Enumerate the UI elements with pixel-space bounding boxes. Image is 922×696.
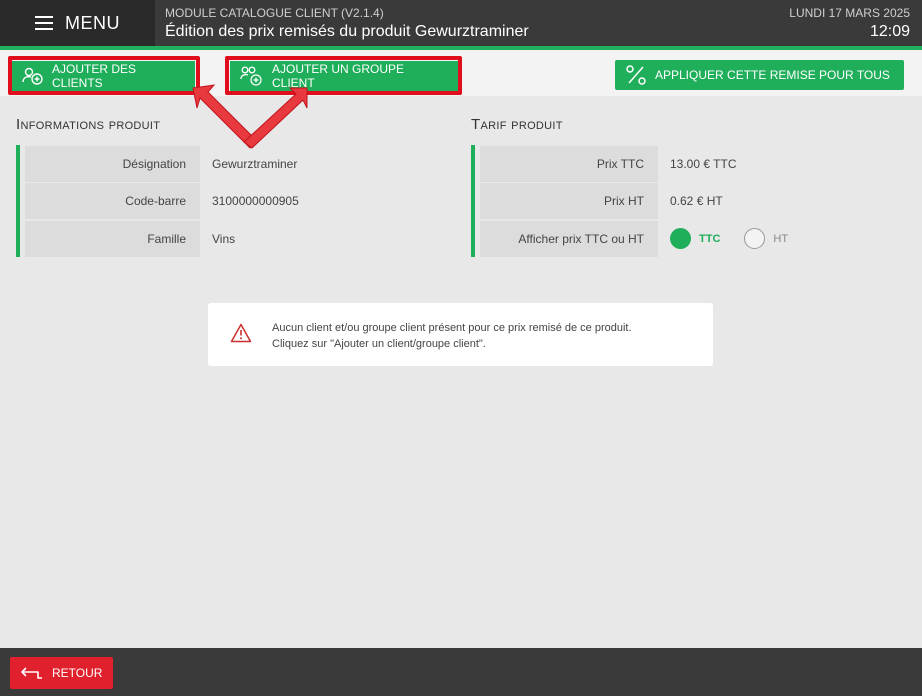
header-bar: MENU MODULE CATALOGUE CLIENT (V2.1.4) Éd… xyxy=(0,0,922,46)
info-label: Code-barre xyxy=(25,183,200,219)
empty-state-alert: Aucun client et/ou groupe client présent… xyxy=(208,303,713,366)
info-row-designation: Désignation Gewurztraminer xyxy=(20,145,376,182)
highlight-frame-add-clients xyxy=(8,56,200,95)
footer-bar xyxy=(0,648,922,696)
tariff-value: 0.62 € HT xyxy=(670,194,723,208)
radio-ht-label[interactable]: HT xyxy=(773,233,788,245)
apply-discount-all-button[interactable]: APPLIQUER CETTE REMISE POUR TOUS xyxy=(615,60,904,90)
back-button[interactable]: RETOUR xyxy=(10,657,113,689)
product-tariff-panel: Prix TTC 13.00 € TTC Prix HT 0.62 € HT A… xyxy=(471,145,871,257)
hamburger-icon xyxy=(35,16,53,30)
product-info-panel: Désignation Gewurztraminer Code-barre 31… xyxy=(16,145,376,257)
tariff-row-ht: Prix HT 0.62 € HT xyxy=(475,183,871,220)
product-info-title: Informations produit xyxy=(16,116,161,133)
info-label: Désignation xyxy=(25,145,200,182)
display-mode-label: Afficher prix TTC ou HT xyxy=(480,220,658,257)
date-display: LUNDI 17 MARS 2025 xyxy=(789,6,910,20)
back-label: RETOUR xyxy=(52,666,103,680)
menu-label: MENU xyxy=(65,12,120,33)
product-tariff-title: Tarif produit xyxy=(471,116,563,133)
tariff-label: Prix HT xyxy=(480,183,658,219)
display-mode-options: TTC HT xyxy=(658,228,788,249)
alert-line-2: Cliquez sur "Ajouter un client/groupe cl… xyxy=(272,338,486,350)
back-arrow-icon xyxy=(20,665,44,681)
info-value: 3100000000905 xyxy=(212,194,299,208)
arrow-to-add-group xyxy=(243,87,308,149)
info-row-family: Famille Vins xyxy=(20,220,376,257)
radio-ttc-label[interactable]: TTC xyxy=(699,233,720,245)
menu-button[interactable]: MENU xyxy=(0,0,155,46)
warning-icon xyxy=(230,323,252,348)
tariff-label: Prix TTC xyxy=(480,145,658,182)
radio-ttc[interactable] xyxy=(670,228,691,249)
apply-discount-all-label: APPLIQUER CETTE REMISE POUR TOUS xyxy=(655,68,890,82)
info-value: Vins xyxy=(212,231,236,246)
tariff-row-ttc: Prix TTC 13.00 € TTC xyxy=(475,145,871,182)
info-value: Gewurztraminer xyxy=(212,156,298,171)
radio-ht[interactable] xyxy=(744,228,766,249)
time-display: 12:09 xyxy=(869,23,910,40)
highlight-frame-add-group xyxy=(225,56,462,95)
tariff-row-display: Afficher prix TTC ou HT TTC HT xyxy=(475,220,871,257)
percent-icon xyxy=(625,64,647,86)
alert-message: Aucun client et/ou groupe client présent… xyxy=(272,320,632,352)
info-label: Famille xyxy=(25,220,200,257)
page-title: Édition des prix remisés du produit Gewu… xyxy=(165,23,529,40)
module-title: MODULE CATALOGUE CLIENT (V2.1.4) xyxy=(165,6,384,20)
info-row-barcode: Code-barre 3100000000905 xyxy=(20,183,376,220)
alert-line-1: Aucun client et/ou groupe client présent… xyxy=(272,322,632,334)
tariff-value: 13.00 € TTC xyxy=(670,156,737,171)
